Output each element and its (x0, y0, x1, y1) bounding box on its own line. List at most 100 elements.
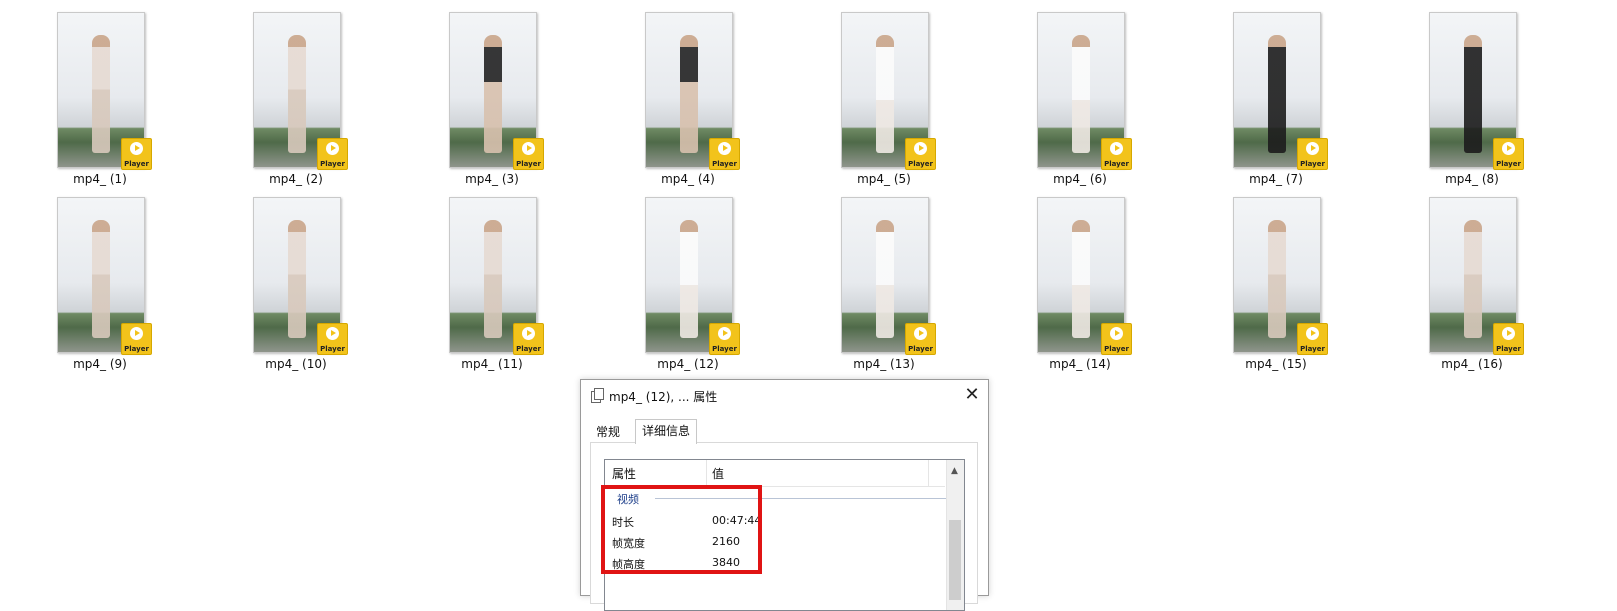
play-icon (326, 142, 339, 155)
player-app-icon: Player (513, 323, 544, 355)
list-item[interactable]: 帧宽度 2160 (612, 535, 740, 551)
scroll-up-icon[interactable]: ▲ (951, 466, 958, 476)
column-separator[interactable] (928, 460, 929, 486)
file-item[interactable]: Player mp4_ (14) (1009, 197, 1139, 377)
player-badge-label: Player (516, 160, 541, 168)
thumbnail-image (680, 35, 698, 153)
dialog-title: mp4_ (12), ... 属性 (609, 390, 718, 404)
file-item[interactable]: Player mp4_ (10) (225, 197, 355, 377)
play-icon (914, 142, 927, 155)
list-header: 属性 值 (605, 460, 945, 487)
player-badge-label: Player (124, 345, 149, 353)
file-item[interactable]: Player mp4_ (3) (421, 12, 551, 192)
thumbnail-image (288, 220, 306, 338)
play-icon (1502, 327, 1515, 340)
thumbnail-image (484, 220, 502, 338)
play-icon (1306, 142, 1319, 155)
player-app-icon: Player (1297, 138, 1328, 170)
player-badge-label: Player (516, 345, 541, 353)
thumbnail-image (1072, 220, 1090, 338)
list-item[interactable]: 帧高度 3840 (612, 556, 740, 572)
file-name-label[interactable]: mp4_ (10) (225, 357, 367, 371)
thumbnail-image (484, 35, 502, 153)
play-icon (522, 327, 535, 340)
thumbnail-image (1464, 220, 1482, 338)
file-name-label[interactable]: mp4_ (13) (813, 357, 955, 371)
column-header-property[interactable]: 属性 (612, 465, 636, 482)
file-item[interactable]: Player mp4_ (8) (1401, 12, 1531, 192)
player-badge-label: Player (1300, 160, 1325, 168)
player-app-icon: Player (1493, 323, 1524, 355)
player-badge-label: Player (1300, 345, 1325, 353)
file-name-label[interactable]: mp4_ (1) (29, 172, 171, 186)
file-item[interactable]: Player mp4_ (1) (29, 12, 159, 192)
properties-dialog: mp4_ (12), ... 属性 ✕ 常规 详细信息 属性 值 视频 时长 0… (580, 379, 989, 611)
player-app-icon: Player (709, 323, 740, 355)
file-name-label[interactable]: mp4_ (14) (1009, 357, 1151, 371)
file-item[interactable]: Player mp4_ (9) (29, 197, 159, 377)
file-name-label[interactable]: mp4_ (6) (1009, 172, 1151, 186)
file-item[interactable]: Player mp4_ (4) (617, 12, 747, 192)
file-item[interactable]: Player mp4_ (7) (1205, 12, 1335, 192)
file-name-label[interactable]: mp4_ (11) (421, 357, 563, 371)
properties-list[interactable]: 属性 值 视频 时长 00:47:44 帧宽度 2160 帧高度 3840 ▲ (604, 459, 965, 611)
file-item[interactable]: Player mp4_ (15) (1205, 197, 1335, 377)
property-value: 00:47:44 (712, 514, 762, 527)
vertical-scrollbar[interactable]: ▲ (946, 460, 964, 610)
file-item[interactable]: Player mp4_ (16) (1401, 197, 1531, 377)
play-icon (1502, 142, 1515, 155)
file-item[interactable]: Player mp4_ (11) (421, 197, 551, 377)
file-properties-icon (591, 388, 604, 403)
file-item[interactable]: Player mp4_ (5) (813, 12, 943, 192)
play-icon (1110, 327, 1123, 340)
column-header-value[interactable]: 值 (712, 465, 724, 482)
player-badge-label: Player (908, 160, 933, 168)
file-name-label[interactable]: mp4_ (5) (813, 172, 955, 186)
property-value: 3840 (712, 556, 740, 569)
file-name-label[interactable]: mp4_ (16) (1401, 357, 1543, 371)
file-name-label[interactable]: mp4_ (3) (421, 172, 563, 186)
file-grid: Player mp4_ (1) Player mp4_ (2) Player mp4_ (… (0, 0, 1617, 380)
file-item[interactable]: Player mp4_ (6) (1009, 12, 1139, 192)
thumbnail-image (92, 35, 110, 153)
player-badge-label: Player (1104, 160, 1129, 168)
player-app-icon: Player (121, 323, 152, 355)
player-badge-label: Player (124, 160, 149, 168)
file-name-label[interactable]: mp4_ (9) (29, 357, 171, 371)
property-label: 帧宽度 (612, 537, 645, 550)
file-item[interactable]: Player mp4_ (12) (617, 197, 747, 377)
player-app-icon: Player (1297, 323, 1328, 355)
thumbnail-image (876, 220, 894, 338)
thumbnail-image (1268, 35, 1286, 153)
thumbnail-image (92, 220, 110, 338)
column-separator[interactable] (706, 460, 707, 486)
play-icon (718, 142, 731, 155)
player-app-icon: Player (513, 138, 544, 170)
player-badge-label: Player (1104, 345, 1129, 353)
tab-details[interactable]: 详细信息 (635, 419, 698, 444)
dialog-titlebar[interactable]: mp4_ (12), ... 属性 ✕ (581, 380, 988, 411)
list-item[interactable]: 时长 00:47:44 (612, 514, 761, 530)
tab-general[interactable]: 常规 (590, 422, 626, 443)
file-name-label[interactable]: mp4_ (7) (1205, 172, 1347, 186)
thumbnail-image (1268, 220, 1286, 338)
file-name-label[interactable]: mp4_ (2) (225, 172, 367, 186)
file-item[interactable]: Player mp4_ (2) (225, 12, 355, 192)
play-icon (914, 327, 927, 340)
property-label: 时长 (612, 516, 634, 529)
player-app-icon: Player (905, 323, 936, 355)
scrollbar-thumb[interactable] (949, 520, 961, 600)
file-name-label[interactable]: mp4_ (4) (617, 172, 759, 186)
play-icon (522, 142, 535, 155)
file-name-label[interactable]: mp4_ (8) (1401, 172, 1543, 186)
property-value: 2160 (712, 535, 740, 548)
thumbnail-image (1072, 35, 1090, 153)
close-button[interactable]: ✕ (956, 380, 988, 411)
file-item[interactable]: Player mp4_ (13) (813, 197, 943, 377)
play-icon (130, 142, 143, 155)
file-name-label[interactable]: mp4_ (12) (617, 357, 759, 371)
file-name-label[interactable]: mp4_ (15) (1205, 357, 1347, 371)
property-label: 帧高度 (612, 558, 645, 571)
player-badge-label: Player (320, 345, 345, 353)
player-badge-label: Player (1496, 345, 1521, 353)
